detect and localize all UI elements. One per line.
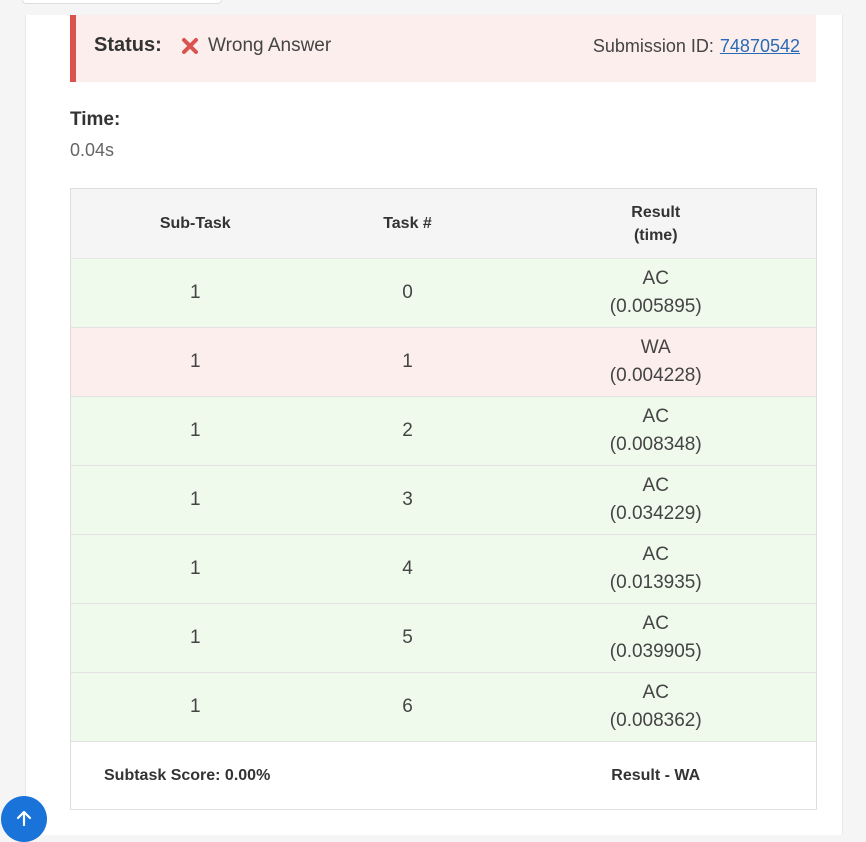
- table-row: 1 6 AC (0.008362): [70, 672, 817, 742]
- result-time: (0.008348): [609, 434, 702, 455]
- subtask-result: Result - WA: [495, 741, 817, 810]
- cell-result: AC (0.039905): [495, 603, 817, 673]
- status-label: Status:: [94, 34, 162, 56]
- cell-subtask: 1: [70, 396, 320, 466]
- result-time: (0.004228): [609, 365, 702, 386]
- cell-task: 1: [319, 327, 496, 397]
- cell-result: WA (0.004228): [495, 327, 817, 397]
- result-verdict: AC: [642, 613, 669, 634]
- cell-result: AC (0.034229): [495, 465, 817, 535]
- status-value: Wrong Answer: [208, 35, 332, 56]
- status-banner: Status: Wrong Answer Submission ID: 74870…: [70, 15, 816, 82]
- cell-subtask: 1: [70, 465, 320, 535]
- result-verdict: AC: [642, 406, 669, 427]
- result-time: (0.005895): [609, 296, 702, 317]
- header-subtask: Sub-Task: [70, 188, 320, 259]
- cell-task: 6: [319, 672, 496, 742]
- cell-task: 0: [319, 258, 496, 328]
- header-task: Task #: [319, 188, 496, 259]
- table-row: 1 3 AC (0.034229): [70, 465, 817, 535]
- table-row: 1 0 AC (0.005895): [70, 258, 817, 328]
- result-time: (0.039905): [609, 641, 702, 662]
- header-result-label: Result: [631, 203, 681, 221]
- submission-id-label: Submission ID:: [592, 36, 714, 56]
- cell-task: 5: [319, 603, 496, 673]
- result-time: (0.008362): [609, 710, 702, 731]
- cell-subtask: 1: [70, 534, 320, 604]
- cell-subtask: 1: [70, 258, 320, 328]
- table-row: 1 2 AC (0.008348): [70, 396, 817, 466]
- header-time-label: (time): [633, 226, 678, 244]
- table-header-row: Sub-Task Task # Result (time): [70, 188, 817, 259]
- cell-result: AC (0.005895): [495, 258, 817, 328]
- cell-subtask: 1: [70, 672, 320, 742]
- subtask-summary-row: Subtask Score: 0.00% Result - WA: [70, 741, 817, 810]
- cell-result: AC (0.013935): [495, 534, 817, 604]
- cell-task: 3: [319, 465, 496, 535]
- result-verdict: AC: [642, 544, 669, 565]
- table-row: 1 4 AC (0.013935): [70, 534, 817, 604]
- result-verdict: AC: [642, 475, 669, 496]
- table-row: 1 1 WA (0.004228): [70, 327, 817, 397]
- result-verdict: WA: [640, 337, 671, 358]
- result-verdict: AC: [642, 268, 669, 289]
- header-result: Result (time): [495, 188, 817, 259]
- time-label: Time:: [70, 109, 121, 130]
- table-row: 1 5 AC (0.039905): [70, 603, 817, 673]
- cell-result: AC (0.008362): [495, 672, 817, 742]
- results-table: Sub-Task Task # Result (time) 1 0 AC (0.0…: [70, 188, 817, 810]
- result-time: (0.013935): [609, 572, 702, 593]
- subtask-score: Subtask Score: 0.00%: [70, 741, 496, 810]
- close-icon: [180, 36, 200, 56]
- result-verdict: AC: [642, 682, 669, 703]
- submission-id: Submission ID: 74870542: [593, 36, 800, 57]
- top-input-field[interactable]: [22, 0, 222, 4]
- cell-task: 4: [319, 534, 496, 604]
- time-value: 0.04s: [70, 140, 115, 160]
- cell-task: 2: [319, 396, 496, 466]
- result-time: (0.034229): [609, 503, 702, 524]
- submission-id-link[interactable]: 74870542: [720, 36, 800, 56]
- arrow-up-icon: [16, 810, 32, 827]
- cell-subtask: 1: [70, 603, 320, 673]
- cell-result: AC (0.008348): [495, 396, 817, 466]
- scroll-to-top-button[interactable]: [1, 796, 47, 842]
- cell-subtask: 1: [70, 327, 320, 397]
